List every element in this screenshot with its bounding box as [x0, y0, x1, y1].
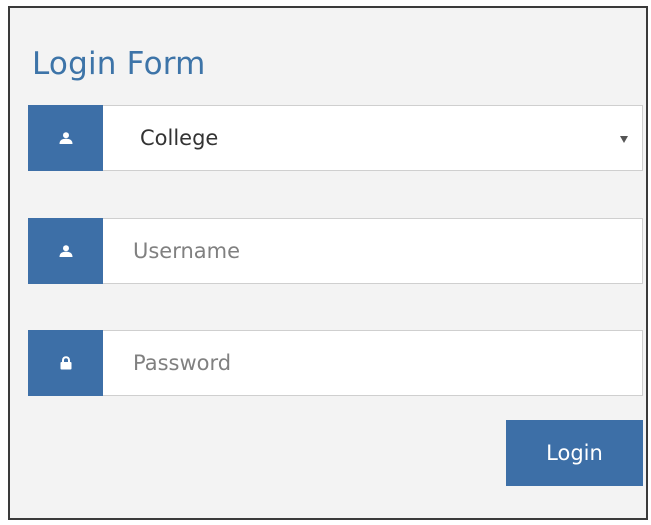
login-button[interactable]: Login	[506, 420, 643, 486]
password-addon	[28, 330, 103, 396]
username-addon	[28, 218, 103, 284]
username-field	[28, 218, 643, 284]
password-field	[28, 330, 643, 396]
college-addon	[28, 105, 103, 171]
login-form-panel: Login Form College Username Login	[8, 6, 648, 520]
password-input[interactable]	[103, 331, 642, 395]
username-input[interactable]	[103, 219, 642, 283]
college-select-value: College	[140, 126, 219, 150]
user-icon	[59, 245, 72, 257]
lock-icon	[60, 356, 71, 370]
username-control	[103, 218, 643, 284]
college-select[interactable]: College	[103, 105, 643, 171]
form-title: Login Form	[32, 46, 206, 82]
password-control	[103, 330, 643, 396]
user-icon	[59, 132, 72, 144]
college-field: College	[28, 105, 643, 171]
chevron-down-icon	[620, 136, 628, 143]
